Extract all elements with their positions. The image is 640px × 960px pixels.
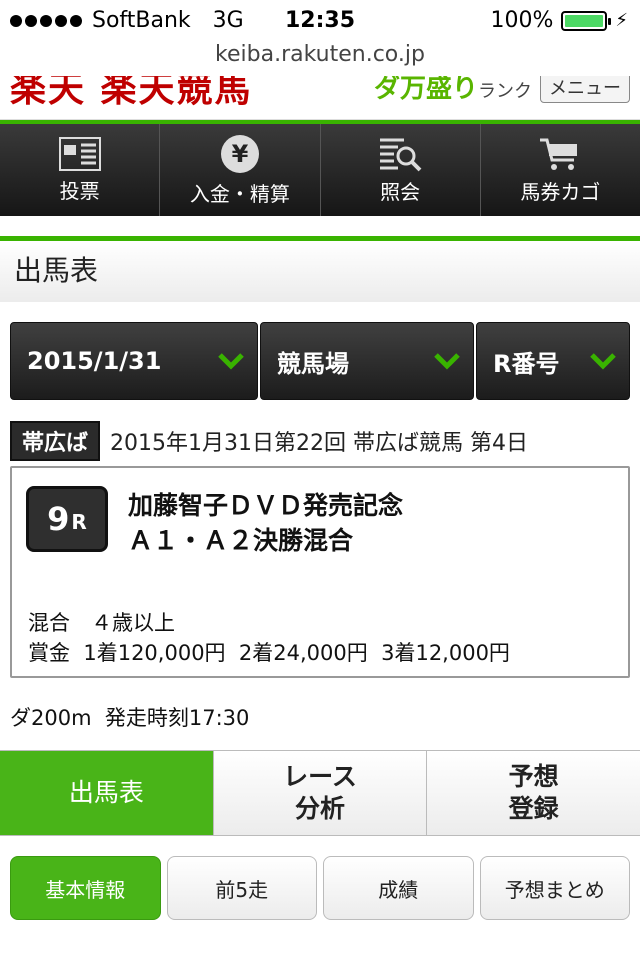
menu-button[interactable]: メニュー <box>540 76 630 103</box>
nav-item-cart[interactable]: 馬券カゴ <box>481 124 640 216</box>
subtab-prediction-summary[interactable]: 予想まとめ <box>479 856 630 920</box>
race-select-value: R番号 <box>493 349 560 378</box>
site-header: 楽天 楽天競馬 ダ万盛りランク メニュー <box>0 76 640 120</box>
tab-race-analysis[interactable]: レース 分析 <box>213 751 428 835</box>
tab-entries[interactable]: 出馬表 <box>0 751 214 835</box>
promo-text: ダ万盛り <box>373 76 478 104</box>
logo-text: 楽天 楽天競馬 <box>10 76 253 110</box>
race-number-select[interactable]: R番号 <box>476 322 630 400</box>
venue-select-value: 競馬場 <box>277 349 349 378</box>
form-icon <box>58 136 101 171</box>
chevron-down-icon <box>590 353 616 370</box>
promo-banner[interactable]: ダ万盛りランク <box>374 76 532 105</box>
date-select[interactable]: 2015/1/31 <box>10 322 258 400</box>
nav-label: 馬券カゴ <box>520 179 601 204</box>
race-name: 加藤智子ＤＶＤ発売記念 Ａ１・Ａ２決勝混合 <box>128 491 404 555</box>
main-nav: 投票 ¥ 入金・精算 照会 馬券カゴ <box>0 120 640 216</box>
nav-item-inquiry[interactable]: 照会 <box>321 124 481 216</box>
venue-select[interactable]: 競馬場 <box>260 322 474 400</box>
svg-text:¥: ¥ <box>232 140 249 168</box>
rakuten-keiba-logo[interactable]: 楽天 楽天競馬 <box>10 76 253 112</box>
race-distance-start: ダ200m 発走時刻17:30 <box>10 706 250 730</box>
race-card: 9R 加藤智子ＤＶＤ発売記念 Ａ１・Ａ２決勝混合 混合 ４歳以上 賞金 1着12… <box>10 466 630 678</box>
race-number: 9 <box>47 500 70 538</box>
battery-percent: 100% <box>490 8 554 33</box>
bottom-area <box>0 924 640 960</box>
race-number-suffix: R <box>71 510 87 534</box>
url-bar[interactable]: keiba.rakuten.co.jp <box>0 40 640 76</box>
race-number-badge: 9R <box>26 486 108 552</box>
tab-prediction-register[interactable]: 予想 登録 <box>427 751 640 835</box>
date-select-value: 2015/1/31 <box>27 347 162 375</box>
page-title: 出馬表 <box>0 236 640 302</box>
chevron-down-icon <box>218 353 244 370</box>
chevron-down-icon <box>434 353 460 370</box>
subtab-last-5[interactable]: 前5走 <box>166 856 317 920</box>
nav-label: 照会 <box>380 179 421 204</box>
promo-sub: ランク <box>478 81 532 102</box>
yen-icon: ¥ <box>220 134 259 173</box>
status-bar: SoftBank 3G 12:35 100% ⚡ <box>0 0 640 40</box>
nav-label: 入金・精算 <box>189 181 290 206</box>
race-condition: 混合 ４歳以上 <box>28 611 175 635</box>
main-tabs: 出馬表 レース 分析 予想 登録 <box>0 750 640 836</box>
meeting-info: 帯広ば 2015年1月31日第22回 帯広ば競馬 第4日 <box>10 421 630 461</box>
battery-icon <box>561 10 612 31</box>
venue-badge: 帯広ば <box>10 421 101 461</box>
race-info: 混合 ４歳以上 賞金 1着120,000円 2着24,000円 3着12,000… <box>28 608 510 668</box>
tab-label: 予想 登録 <box>508 762 559 823</box>
header-right: ダ万盛りランク メニュー <box>374 76 630 105</box>
status-right: 100% ⚡ <box>490 8 628 33</box>
nav-item-deposit[interactable]: ¥ 入金・精算 <box>160 124 321 216</box>
tab-label: 出馬表 <box>68 778 144 807</box>
charging-icon: ⚡ <box>615 10 628 31</box>
meeting-description: 2015年1月31日第22回 帯広ば競馬 第4日 <box>110 431 528 456</box>
race-selectors: 2015/1/31 競馬場 R番号 <box>10 322 630 400</box>
subtab-results[interactable]: 成績 <box>323 856 474 920</box>
sub-tabs: 基本情報 前5走 成績 予想まとめ <box>10 856 630 920</box>
subtab-basic-info[interactable]: 基本情報 <box>10 856 161 920</box>
nav-label: 投票 <box>59 178 100 203</box>
nav-item-vote[interactable]: 投票 <box>0 124 161 216</box>
cart-icon <box>540 138 578 170</box>
search-doc-icon <box>380 138 422 171</box>
tab-label: レース 分析 <box>283 762 357 823</box>
race-prize: 賞金 1着120,000円 2着24,000円 3着12,000円 <box>28 641 510 665</box>
